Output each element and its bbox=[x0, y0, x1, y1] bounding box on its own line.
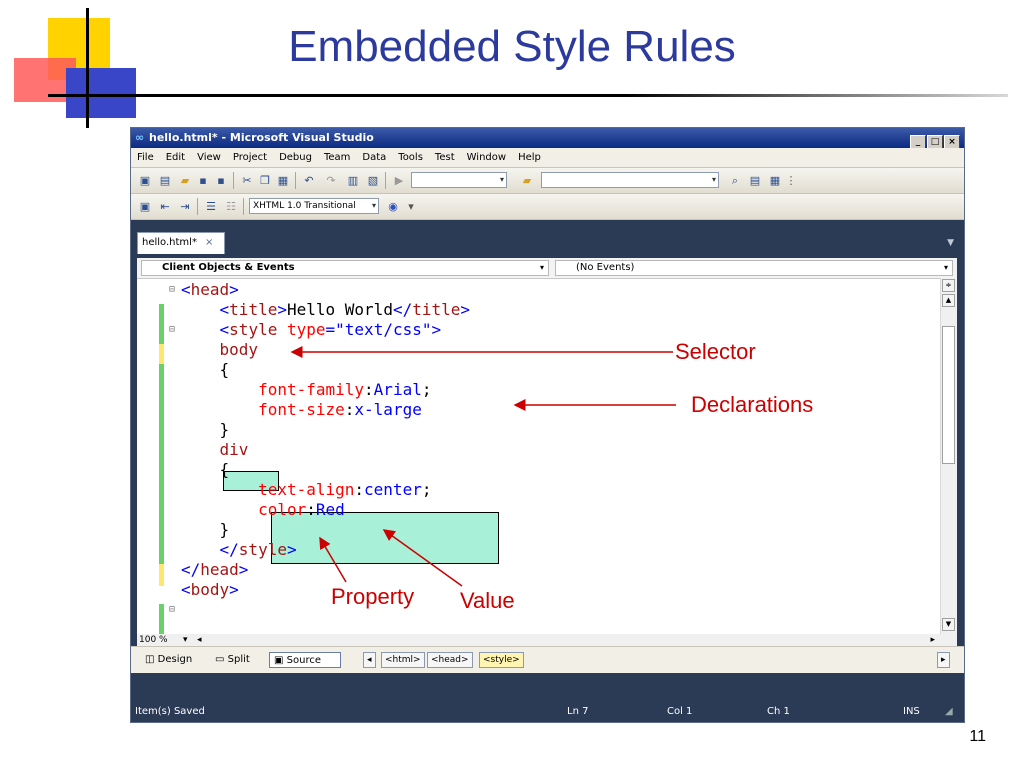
selector-annotation: Selector bbox=[675, 339, 756, 364]
value-annotation: Value bbox=[460, 588, 515, 613]
annotation-arrows bbox=[290, 346, 676, 587]
declarations-annotation: Declarations bbox=[691, 392, 814, 417]
value-arrow bbox=[382, 529, 463, 587]
property-annotation: Property bbox=[331, 584, 415, 609]
property-arrow bbox=[319, 536, 347, 583]
